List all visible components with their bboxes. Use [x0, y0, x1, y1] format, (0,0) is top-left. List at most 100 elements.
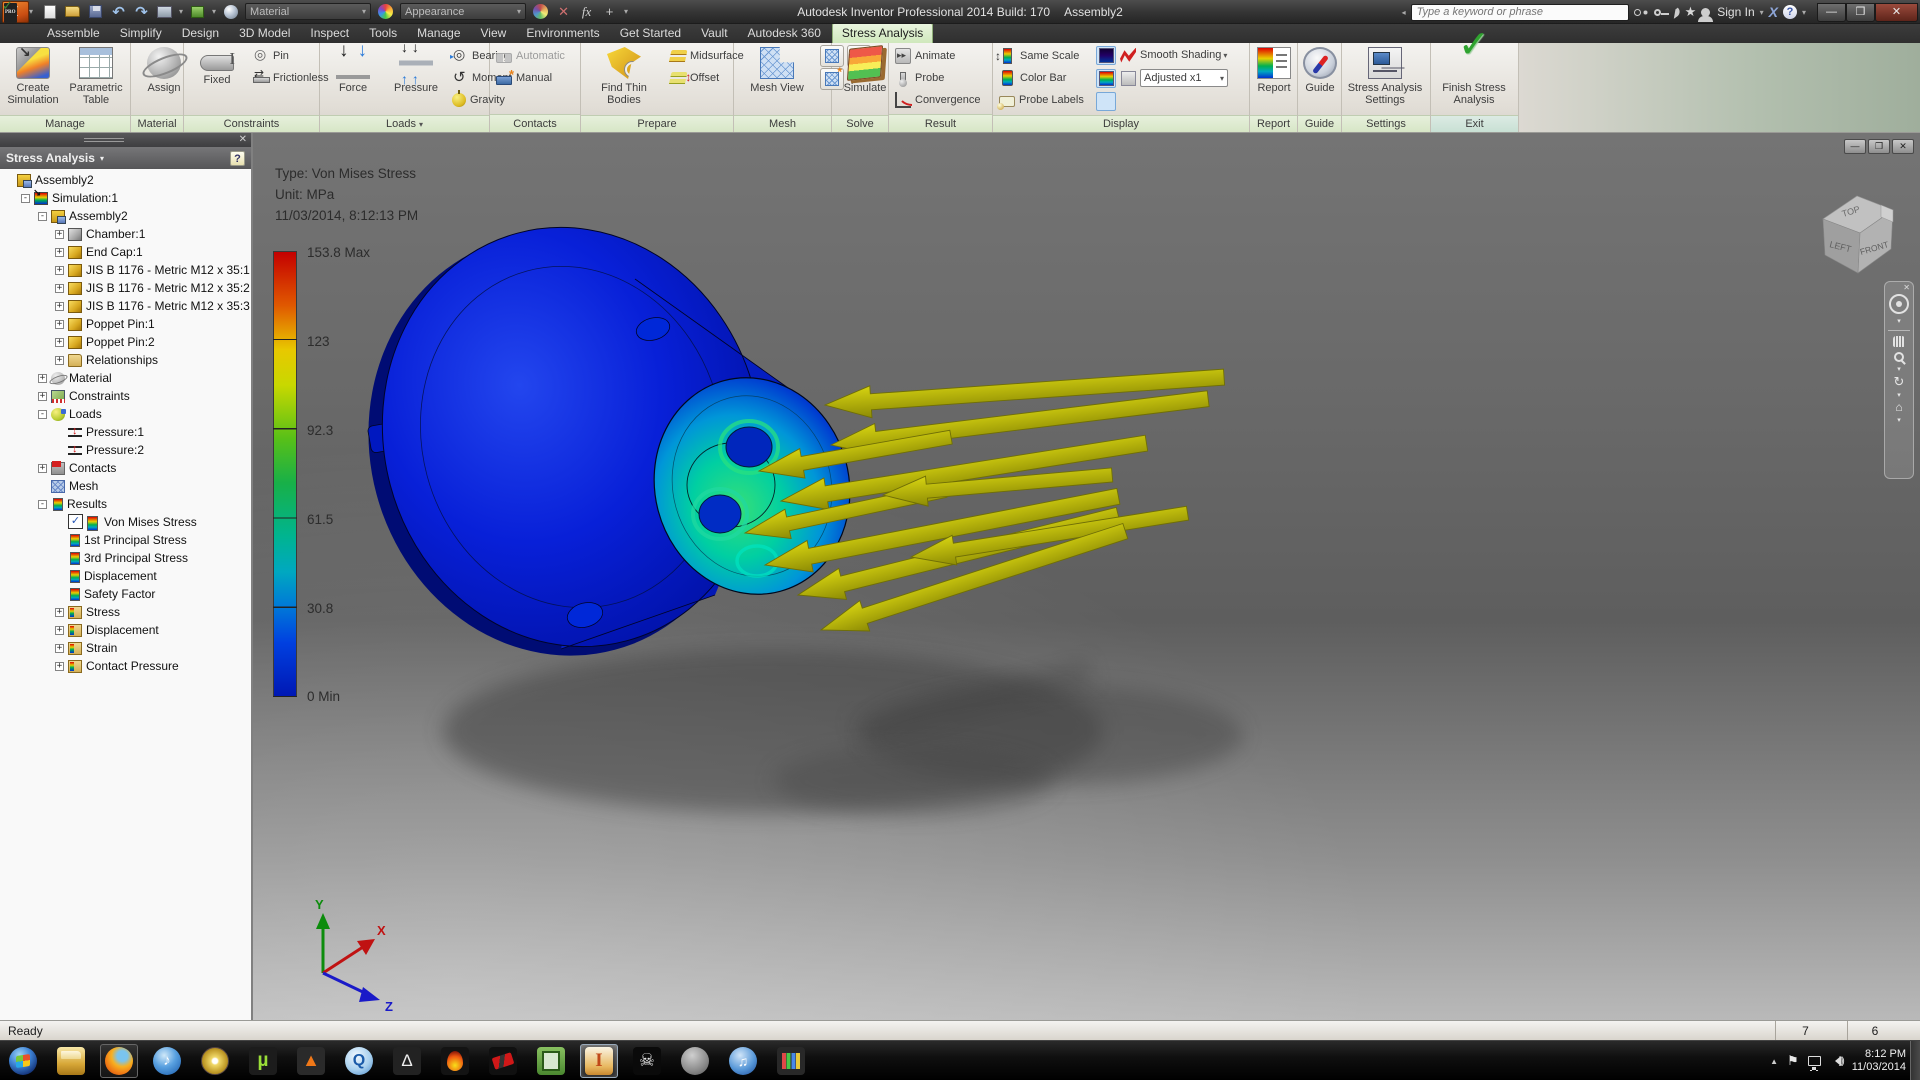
tree-expander[interactable]: +	[55, 338, 64, 347]
ribbon-tab[interactable]: Vault	[692, 24, 736, 43]
appearance-combo[interactable]: Appearance▾	[400, 3, 526, 20]
tree-item[interactable]: + End Cap:1	[0, 243, 251, 261]
tree-item[interactable]: Pressure:2	[0, 441, 251, 459]
probe-edit-toggle[interactable]	[1096, 92, 1116, 111]
ribbon-tab[interactable]: Tools	[360, 24, 406, 43]
stress-analysis-settings-button[interactable]: Stress Analysis Settings	[1345, 45, 1425, 113]
maximum-result-toggle[interactable]	[1118, 46, 1138, 65]
tree-item[interactable]: + Material	[0, 369, 251, 387]
image-tool-icon[interactable]	[156, 4, 173, 20]
probe-labels-button[interactable]: Probe Labels	[996, 89, 1087, 111]
ribbon-tab[interactable]: Get Started	[611, 24, 690, 43]
ribbon-tab[interactable]: View	[472, 24, 516, 43]
explorer-taskbar-icon[interactable]	[52, 1044, 90, 1078]
navbar-more-chevron-icon[interactable]: ▾	[1897, 416, 1901, 424]
parameters-fx-icon[interactable]: fx	[578, 4, 595, 20]
tree-item[interactable]: + Constraints	[0, 387, 251, 405]
vlc-taskbar-icon[interactable]: ▲	[292, 1044, 330, 1078]
ribbon-tab[interactable]: Stress Analysis	[832, 23, 933, 43]
tree-item[interactable]: + Poppet Pin:1	[0, 315, 251, 333]
subscription-key-icon[interactable]	[1654, 9, 1661, 16]
tree-item[interactable]: Displacement	[0, 567, 251, 585]
redo-icon[interactable]: ↷	[133, 4, 150, 20]
help-icon[interactable]: ?	[1783, 5, 1797, 19]
panel-label-exit[interactable]: Exit	[1431, 115, 1518, 132]
navbar-chevron-icon[interactable]: ▾	[1897, 317, 1901, 325]
tree-item[interactable]: - Loads	[0, 405, 251, 423]
sign-in-chevron-icon[interactable]: ▾	[1760, 8, 1764, 17]
close-window-button[interactable]: ✕	[1875, 3, 1918, 22]
tree-item[interactable]: + Strain	[0, 639, 251, 657]
panel-label-manage[interactable]: Manage	[0, 115, 130, 132]
tree-item[interactable]: + Contact Pressure	[0, 657, 251, 675]
ribbon-tab[interactable]: Autodesk 360	[739, 24, 830, 43]
browser-help-icon[interactable]: ?	[230, 151, 245, 166]
probe-button[interactable]: Probe	[892, 67, 983, 89]
tree-item[interactable]: 1st Principal Stress	[0, 531, 251, 549]
create-simulation-button[interactable]: Create Simulation	[3, 45, 63, 113]
browser-header[interactable]: Stress Analysis ▾ ?	[0, 147, 251, 169]
action-center-flag-icon[interactable]: ⚑	[1787, 1053, 1799, 1069]
tree-item[interactable]: - Results	[0, 495, 251, 513]
minimize-window-button[interactable]: —	[1817, 3, 1846, 22]
search-collapse-icon[interactable]: ◂	[1402, 8, 1406, 17]
fixed-constraint-button[interactable]: Fixed	[187, 45, 247, 113]
tree-expander[interactable]: +	[55, 644, 64, 653]
add-qat-icon[interactable]: +	[601, 4, 618, 20]
browser-title-chevron-icon[interactable]: ▾	[100, 154, 104, 163]
tree-item[interactable]: Pressure:1	[0, 423, 251, 441]
qat-overflow-chevron-icon[interactable]: ▾	[624, 7, 628, 16]
color-wheel-icon[interactable]	[377, 4, 394, 20]
tree-expander[interactable]: +	[55, 230, 64, 239]
adjust-color-icon[interactable]	[532, 4, 549, 20]
tree-expander[interactable]: +	[55, 302, 64, 311]
utorrent-taskbar-icon[interactable]: µ	[244, 1044, 282, 1078]
tree-item[interactable]: Mesh	[0, 477, 251, 495]
panel-label-material[interactable]: Material	[131, 115, 183, 132]
convergence-plot-button[interactable]: Convergence	[892, 89, 983, 111]
tree-expander[interactable]: +	[55, 662, 64, 671]
tree-item[interactable]: + Relationships	[0, 351, 251, 369]
new-file-icon[interactable]	[41, 4, 58, 20]
panel-label-constraints[interactable]: Constraints	[184, 115, 319, 132]
tree-expander[interactable]: +	[55, 356, 64, 365]
search-input[interactable]	[1411, 4, 1629, 21]
tree-expander[interactable]: +	[38, 392, 47, 401]
browser-close-icon[interactable]: ✕	[239, 135, 247, 145]
manual-contacts-button[interactable]: Manual	[493, 67, 568, 89]
tree-expander[interactable]: -	[38, 212, 47, 221]
show-desktop-button[interactable]	[1910, 1041, 1920, 1080]
automatic-contacts-button[interactable]: Automatic	[493, 45, 568, 67]
pressure-load-button[interactable]: Pressure	[386, 45, 446, 113]
tree-item[interactable]: - Assembly2	[0, 207, 251, 225]
doc-minimize-icon[interactable]: —	[1844, 139, 1866, 154]
tree-expander[interactable]: -	[38, 410, 47, 419]
report-button[interactable]: Report	[1253, 45, 1295, 113]
force-arrows[interactable]	[742, 361, 1225, 645]
tree-expander[interactable]: -	[21, 194, 30, 203]
help-chevron-icon[interactable]: ▾	[1802, 8, 1806, 17]
favorites-star-icon[interactable]: ★	[1685, 4, 1697, 20]
same-scale-button[interactable]: Same Scale	[996, 45, 1087, 67]
open-file-icon[interactable]	[64, 4, 81, 20]
sign-in-button[interactable]: Sign In	[1717, 5, 1754, 19]
delta-app-taskbar-icon[interactable]: Δ	[388, 1044, 426, 1078]
color-bar-button[interactable]: Color Bar	[996, 67, 1087, 89]
save-icon[interactable]	[87, 4, 104, 20]
undo-icon[interactable]: ↶	[110, 4, 127, 20]
steering-wheel-icon[interactable]	[1889, 294, 1909, 314]
tree-item[interactable]: Assembly2	[0, 171, 251, 189]
volume-icon[interactable]: )))	[1830, 1056, 1843, 1067]
app-menu-chevron-icon[interactable]: ▾	[29, 7, 33, 16]
panel-label-contacts[interactable]: Contacts	[490, 114, 580, 132]
mixer-app-taskbar-icon[interactable]	[772, 1044, 810, 1078]
exchange-apps-icon[interactable]: X	[1769, 4, 1778, 20]
quicktime-taskbar-icon[interactable]: Q	[340, 1044, 378, 1078]
ribbon-tab[interactable]: Assemble	[38, 24, 109, 43]
panel-label-mesh[interactable]: Mesh	[734, 115, 831, 132]
tree-expander[interactable]: +	[55, 626, 64, 635]
afterburner-taskbar-icon[interactable]	[484, 1044, 522, 1078]
furmark-taskbar-icon[interactable]	[436, 1044, 474, 1078]
contour-shading-toggle[interactable]	[1096, 46, 1116, 65]
pan-icon[interactable]	[1893, 336, 1905, 347]
